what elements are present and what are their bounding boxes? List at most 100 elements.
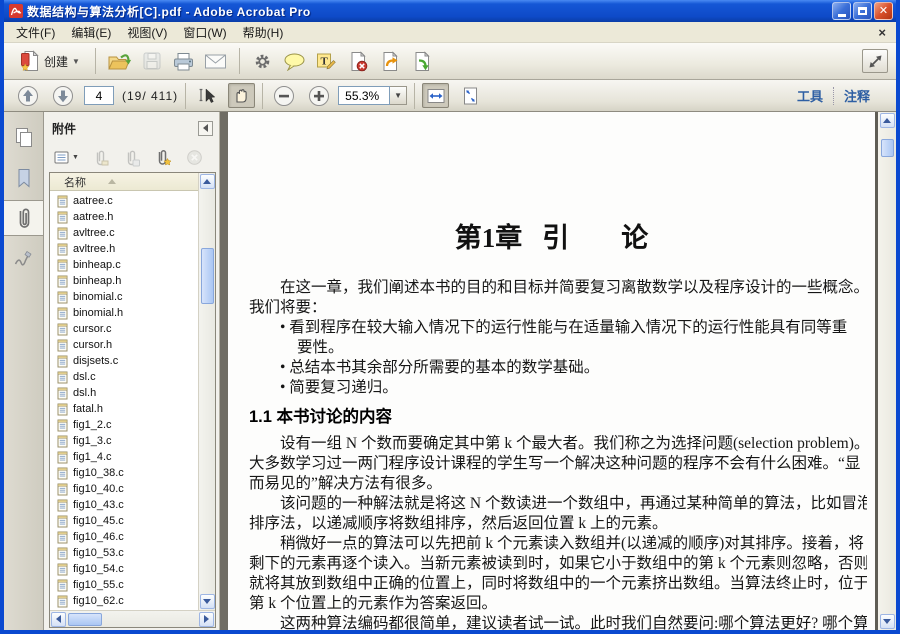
attachment-list-item[interactable]: fig1_2.c bbox=[50, 417, 198, 433]
maximize-button[interactable] bbox=[853, 2, 872, 20]
attachments-vertical-scrollbar[interactable] bbox=[198, 173, 215, 610]
menu-item[interactable]: 编辑(E) bbox=[63, 24, 119, 42]
attachment-file-name: fig10_53.c bbox=[73, 547, 124, 559]
scroll-up-button[interactable] bbox=[200, 174, 215, 189]
preferences-button[interactable] bbox=[247, 46, 279, 76]
scroll-down-button[interactable] bbox=[200, 594, 215, 609]
delete-pages-button[interactable] bbox=[343, 46, 375, 76]
fit-width-button[interactable] bbox=[422, 83, 449, 108]
comments-panel-button[interactable]: 注释 bbox=[844, 86, 870, 105]
bookmark-icon bbox=[14, 167, 34, 189]
scroll-up-button[interactable] bbox=[880, 113, 895, 128]
zoom-level-input[interactable]: 55.3% bbox=[338, 86, 390, 105]
attachment-list-item[interactable]: aatree.c bbox=[50, 193, 198, 209]
titlebar: 数据结构与算法分析[C].pdf - Adobe Acrobat Pro ✕ bbox=[4, 0, 896, 22]
attachment-list-item[interactable]: binomial.c bbox=[50, 289, 198, 305]
attachment-list-item[interactable]: disjsets.c bbox=[50, 353, 198, 369]
email-button[interactable] bbox=[200, 46, 232, 76]
attachment-list-item[interactable]: fig10_43.c bbox=[50, 497, 198, 513]
pages-icon bbox=[13, 126, 35, 150]
export-pages-button[interactable] bbox=[407, 46, 439, 76]
attachment-file-name: fig10_40.c bbox=[73, 483, 124, 495]
attached-file-icon bbox=[57, 387, 68, 400]
attachment-list-item[interactable]: cursor.c bbox=[50, 321, 198, 337]
page-number-input[interactable] bbox=[84, 86, 114, 105]
print-button[interactable] bbox=[168, 46, 200, 76]
add-attachment-button[interactable] bbox=[154, 149, 173, 167]
select-tool-button[interactable] bbox=[193, 83, 220, 108]
extract-pages-button[interactable] bbox=[375, 46, 407, 76]
save-attachment-button[interactable] bbox=[123, 149, 141, 167]
attachment-options-button[interactable]: ▼ bbox=[54, 150, 79, 165]
scrollbar-thumb[interactable] bbox=[68, 613, 102, 626]
minimize-button[interactable] bbox=[832, 2, 851, 20]
attachment-file-name: fig1_4.c bbox=[73, 451, 112, 463]
pages-panel-button[interactable] bbox=[4, 120, 43, 156]
attachment-list-item[interactable]: aatree.h bbox=[50, 209, 198, 225]
zoom-dropdown-button[interactable]: ▼ bbox=[390, 86, 407, 105]
attachment-list-item[interactable]: dsl.c bbox=[50, 369, 198, 385]
pdf-page[interactable]: 第1章 引 论 在这一章，我们阐述本书的目的和目标并简要复习离散数学以及程序设计… bbox=[228, 112, 878, 630]
save-button[interactable] bbox=[136, 46, 168, 76]
open-button[interactable] bbox=[103, 46, 136, 76]
list-header-row[interactable]: 名称 bbox=[50, 173, 198, 191]
attachment-list-item[interactable]: fig10_62.c bbox=[50, 593, 198, 609]
delete-attachment-button[interactable] bbox=[186, 149, 203, 166]
attachment-list-item[interactable]: binomial.h bbox=[50, 305, 198, 321]
attached-file-icon bbox=[57, 547, 68, 560]
attachment-list-item[interactable]: binheap.c bbox=[50, 257, 198, 273]
attachment-list-item[interactable]: fig10_45.c bbox=[50, 513, 198, 529]
attachment-list-item[interactable]: avltree.c bbox=[50, 225, 198, 241]
chevron-down-icon: ▼ bbox=[72, 154, 79, 161]
scrollbar-thumb[interactable] bbox=[881, 139, 894, 157]
hand-tool-button[interactable] bbox=[228, 83, 255, 108]
fullscreen-button[interactable] bbox=[862, 49, 888, 73]
scrollbar-thumb[interactable] bbox=[201, 248, 214, 304]
menu-item[interactable]: 文件(F) bbox=[8, 24, 63, 42]
zoom-out-button[interactable] bbox=[270, 83, 297, 108]
attachment-list-item[interactable]: dsl.h bbox=[50, 385, 198, 401]
document-vertical-scrollbar[interactable] bbox=[878, 112, 896, 630]
bookmarks-panel-button[interactable] bbox=[4, 160, 43, 196]
attachments-panel-button[interactable] bbox=[4, 200, 43, 236]
menu-item[interactable]: 视图(V) bbox=[119, 24, 175, 42]
sidebar-splitter[interactable] bbox=[220, 112, 228, 630]
attachment-list-item[interactable]: fig1_4.c bbox=[50, 449, 198, 465]
zoom-in-button[interactable] bbox=[305, 83, 332, 108]
create-pdf-button[interactable]: 创建 ▼ bbox=[12, 46, 88, 76]
collapse-panel-button[interactable] bbox=[198, 121, 213, 136]
previous-page-button[interactable] bbox=[14, 83, 41, 108]
attachment-list-item[interactable]: fig10_40.c bbox=[50, 481, 198, 497]
name-column-header[interactable]: 名称 bbox=[64, 174, 86, 190]
attachment-list-item[interactable]: cursor.h bbox=[50, 337, 198, 353]
attachment-list-item[interactable]: fig1_3.c bbox=[50, 433, 198, 449]
close-button[interactable]: ✕ bbox=[874, 2, 893, 20]
open-attachment-button[interactable] bbox=[92, 149, 110, 167]
attachment-list-item[interactable]: fig10_54.c bbox=[50, 561, 198, 577]
menu-item[interactable]: 帮助(H) bbox=[235, 24, 292, 42]
chapter-title: 第1章 引 论 bbox=[228, 216, 875, 255]
attachments-horizontal-scrollbar[interactable] bbox=[50, 610, 215, 627]
comment-button[interactable] bbox=[279, 46, 311, 76]
attached-file-icon bbox=[57, 307, 68, 320]
attachment-list-item[interactable]: fig10_38.c bbox=[50, 465, 198, 481]
scroll-right-button[interactable] bbox=[199, 612, 214, 627]
attachment-list-item[interactable]: fig10_46.c bbox=[50, 529, 198, 545]
attachment-list-item[interactable]: fatal.h bbox=[50, 401, 198, 417]
attachment-file-name: fig10_62.c bbox=[73, 595, 124, 607]
attached-file-icon bbox=[57, 499, 68, 512]
tools-panel-button[interactable]: 工具 bbox=[797, 86, 823, 105]
text-annotation-button[interactable]: T bbox=[311, 46, 343, 76]
menu-item[interactable]: 窗口(W) bbox=[175, 24, 234, 42]
next-page-button[interactable] bbox=[49, 83, 76, 108]
document-close-button[interactable]: × bbox=[872, 25, 892, 40]
scroll-down-button[interactable] bbox=[880, 614, 895, 629]
attachment-list-item[interactable]: fig10_53.c bbox=[50, 545, 198, 561]
signatures-panel-button[interactable] bbox=[4, 240, 43, 276]
attachment-list-item[interactable]: avltree.h bbox=[50, 241, 198, 257]
scroll-left-button[interactable] bbox=[51, 612, 66, 627]
search-attachments-button[interactable] bbox=[216, 149, 219, 167]
attachment-list-item[interactable]: fig10_55.c bbox=[50, 577, 198, 593]
attachment-list-item[interactable]: binheap.h bbox=[50, 273, 198, 289]
fit-page-button[interactable] bbox=[457, 83, 484, 108]
